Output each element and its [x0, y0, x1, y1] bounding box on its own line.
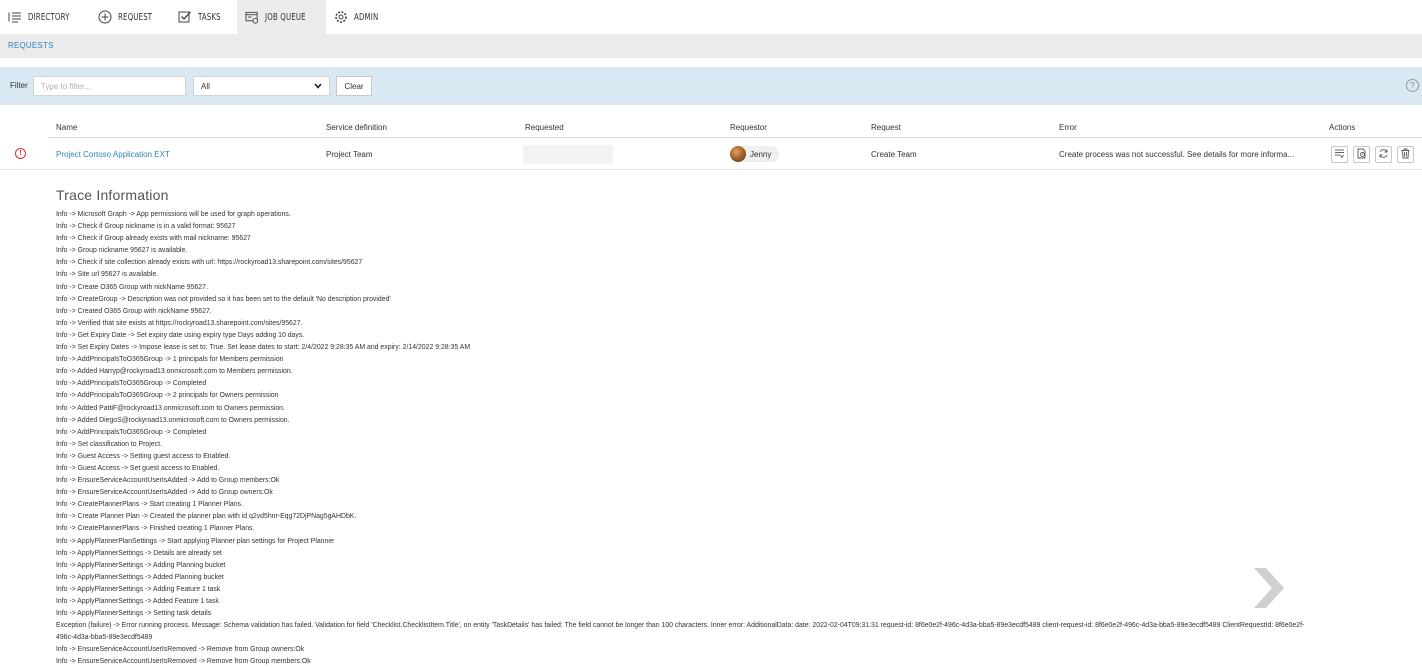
row-service: Project Team: [326, 150, 373, 159]
nav-request[interactable]: Request: [90, 0, 171, 34]
job-queue-icon: [245, 10, 259, 24]
error-status-icon: !: [15, 148, 26, 159]
trace-line: Info -> Check if site collection already…: [56, 259, 363, 267]
history-button[interactable]: [1353, 146, 1370, 163]
trace-line: Info -> Check if Group nickname is in a …: [56, 223, 236, 231]
row-request: Create Team: [871, 150, 917, 159]
trace-line: Info -> ApplyPlannerSettings -> Adding F…: [56, 585, 221, 593]
trace-line: Info -> Set Expiry Dates -> Impose lease…: [56, 344, 471, 352]
col-header-error[interactable]: Error: [1059, 123, 1077, 132]
top-nav: Directory Request Tasks Job Queue Admin: [0, 0, 1422, 34]
chevron-down-icon: [314, 82, 322, 91]
trace-line: Info -> Guest Access -> Setting guest ac…: [56, 452, 231, 460]
row-name-link[interactable]: Project Cortoso Application EXT: [56, 150, 170, 159]
col-header-service[interactable]: Service definition: [326, 123, 387, 132]
trace-title: Trace Information: [56, 187, 169, 203]
history-icon: [1356, 148, 1367, 161]
trace-line: Info -> Get Expiry Date -> Set expiry da…: [56, 331, 305, 339]
col-header-requestor[interactable]: Requestor: [730, 123, 767, 132]
trace-log: Info -> Microsoft Graph -> App permissio…: [56, 209, 1316, 669]
list-icon: [8, 10, 22, 24]
trace-line: Info -> ApplyPlannerSettings -> Added Fe…: [56, 598, 219, 605]
trace-line: Info -> Guest Access -> Set guest access…: [56, 464, 220, 472]
trace-line: Info -> CreateGroup -> Description was n…: [56, 295, 391, 303]
nav-tasks[interactable]: Tasks: [170, 0, 237, 34]
clear-button[interactable]: Clear: [336, 76, 372, 96]
filter-input[interactable]: [33, 76, 186, 96]
trace-line: Info -> Create Planner Plan -> Created t…: [56, 513, 357, 521]
trace-line: Info -> Added PattiF@rockyroad13.onmicro…: [56, 404, 285, 412]
delete-button[interactable]: [1397, 146, 1414, 163]
sub-header: REQUESTS: [0, 34, 1422, 58]
trace-line: Info -> EnsureServiceAccountUserIsRemove…: [56, 658, 311, 666]
trace-line: Info -> CreatePlannerPlans -> Finished c…: [56, 525, 255, 533]
details-button[interactable]: [1331, 146, 1348, 163]
help-icon[interactable]: ?: [1406, 79, 1419, 92]
chevron-right-icon[interactable]: [1252, 568, 1284, 608]
nav-directory-label: Directory: [28, 11, 70, 23]
trace-line: Info -> Site url 95627 is available.: [56, 271, 159, 279]
row-error: Create process was not successful. See d…: [1059, 150, 1295, 159]
row-actions: [1331, 146, 1414, 163]
filter-bar: Filter All Clear ?: [0, 67, 1422, 105]
retry-button[interactable]: [1375, 146, 1392, 163]
nav-job-queue[interactable]: Job Queue: [237, 0, 326, 34]
trace-line: Info -> AddPrincipalsToO365Group -> 2 pr…: [56, 392, 279, 400]
checkbox-icon: [178, 10, 192, 24]
nav-job-queue-label: Job Queue: [265, 11, 307, 23]
trace-line: Info -> Microsoft Graph -> App permissio…: [56, 211, 291, 218]
refresh-icon: [1378, 148, 1389, 161]
trace-line: Info -> AddPrincipalsToO365Group -> Comp…: [56, 380, 207, 388]
trace-line: Info -> EnsureServiceAccountUserIsAdded …: [56, 489, 273, 497]
trace-line: Info -> Check if Group already exists wi…: [56, 235, 251, 243]
filter-select[interactable]: All: [193, 76, 330, 96]
breadcrumb-requests[interactable]: REQUESTS: [8, 41, 54, 50]
requestor-name: Jenny: [750, 149, 772, 159]
filter-select-value: All: [201, 81, 210, 91]
plus-circle-icon: [98, 10, 112, 24]
trace-line: Info -> ApplyPlannerSettings -> Details …: [56, 549, 222, 557]
avatar: [730, 146, 746, 162]
row-divider: [0, 169, 1422, 170]
trace-line: Info -> Create O365 Group with nickName …: [56, 283, 208, 291]
details-icon: [1334, 148, 1345, 161]
trace-line: Info -> Group nickname 95627 is availabl…: [56, 247, 188, 255]
nav-tasks-label: Tasks: [198, 11, 222, 23]
trace-line: Info -> Added Harryp@rockyroad13.onmicro…: [56, 368, 293, 376]
filter-label: Filter: [10, 81, 28, 90]
trace-line: Exception (failure) -> Error running pro…: [56, 622, 1305, 642]
col-header-name[interactable]: Name: [56, 123, 77, 132]
nav-directory[interactable]: Directory: [0, 0, 90, 34]
trace-line: Info -> Added DiegoS@rockyroad13.onmicro…: [56, 416, 290, 424]
nav-admin[interactable]: Admin: [326, 0, 395, 34]
trace-line: Info -> ApplyPlannerSettings -> Added Pl…: [56, 573, 224, 581]
gear-icon: [334, 10, 348, 24]
requestor-chip[interactable]: Jenny: [730, 146, 780, 162]
nav-admin-label: Admin: [353, 11, 379, 23]
trace-line: Info -> AddPrincipalsToO365Group -> Comp…: [56, 428, 207, 436]
header-divider: [48, 137, 1422, 138]
trace-line: Info -> AddPrincipalsToO365Group -> 1 pr…: [56, 356, 284, 364]
trash-icon: [1400, 148, 1411, 161]
nav-request-label: Request: [117, 11, 152, 23]
trace-line: Info -> Created O365 Group with nickName…: [56, 307, 212, 315]
col-header-requested[interactable]: Requested: [525, 123, 564, 132]
trace-line: Info -> ApplyPlannerPlanSettings -> Star…: [56, 537, 335, 545]
row-requested: [523, 145, 613, 164]
trace-line: Info -> ApplyPlannerSettings -> Adding P…: [56, 561, 226, 569]
trace-line: Info -> CreatePlannerPlans -> Start crea…: [56, 501, 243, 509]
trace-line: Info -> EnsureServiceAccountUserIsRemove…: [56, 646, 305, 654]
trace-line: Info -> Set classification to Project.: [56, 440, 162, 448]
trace-line: Info -> EnsureServiceAccountUserIsAdded …: [56, 477, 280, 485]
col-header-actions: Actions: [1329, 123, 1356, 132]
trace-line: Info -> Verified that site exists at htt…: [56, 319, 303, 327]
trace-line: Info -> ApplyPlannerSettings -> Setting …: [56, 610, 212, 618]
col-header-request[interactable]: Request: [871, 123, 901, 132]
